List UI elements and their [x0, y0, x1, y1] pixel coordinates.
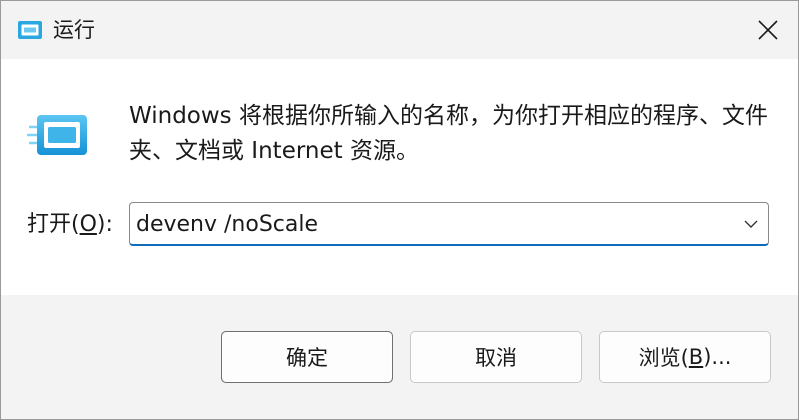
button-bar: 确定 取消 浏览(B)...	[1, 295, 798, 419]
run-dialog-icon	[27, 113, 89, 157]
dialog-content: Windows 将根据你所输入的名称，为你打开相应的程序、文件夹、文档或 Int…	[1, 59, 798, 295]
browse-label-suffix: )...	[703, 345, 732, 369]
browse-label-accelerator: B	[688, 345, 704, 369]
open-label-accelerator: O	[79, 212, 97, 237]
open-label-suffix: ):	[96, 212, 113, 237]
title-bar[interactable]: 运行	[1, 1, 798, 59]
command-input[interactable]	[136, 205, 726, 243]
run-dialog: 运行 Windows 将根据你所输入的名称，为你打开相应的程序、文件夹、文档或 …	[0, 0, 799, 420]
close-button[interactable]	[738, 1, 798, 59]
browse-button[interactable]: 浏览(B)...	[599, 331, 771, 383]
dialog-description: Windows 将根据你所输入的名称，为你打开相应的程序、文件夹、文档或 Int…	[129, 103, 768, 164]
cancel-button[interactable]: 取消	[410, 331, 582, 383]
window-title: 运行	[53, 18, 95, 42]
ok-button[interactable]: 确定	[221, 331, 393, 383]
open-label: 打开(O):	[27, 209, 113, 241]
close-icon	[757, 19, 779, 41]
open-combobox[interactable]	[129, 202, 769, 246]
open-label-prefix: 打开(	[27, 212, 80, 237]
chevron-down-icon[interactable]	[742, 215, 760, 233]
run-dialog-icon	[18, 21, 42, 39]
browse-label-prefix: 浏览(	[638, 346, 689, 370]
